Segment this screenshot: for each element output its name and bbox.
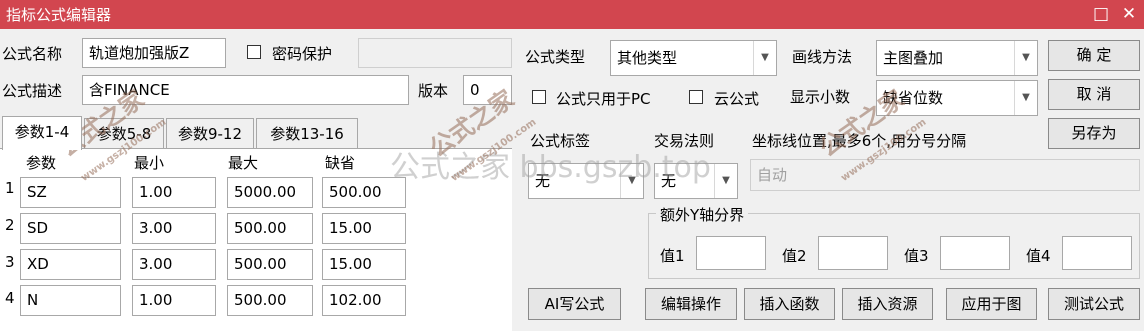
save-as-button[interactable]: 另存为 <box>1048 118 1140 149</box>
tab-params-13-16[interactable]: 参数13-16 <box>256 118 358 148</box>
param-name-input[interactable]: SD <box>20 213 121 244</box>
param-min-input[interactable]: 3.00 <box>132 213 216 244</box>
param-header-default: 缺省 <box>325 154 356 172</box>
param-default-input[interactable]: 15.00 <box>322 213 406 244</box>
param-name-input[interactable]: N <box>20 285 121 316</box>
pc-only-label: 公式只用于PC <box>556 90 651 108</box>
formula-name-label: 公式名称 <box>2 45 63 63</box>
param-row-index: 3 <box>5 253 15 271</box>
param-min-input[interactable]: 1.00 <box>132 285 216 316</box>
version-label: 版本 <box>418 82 449 100</box>
cloud-formula-checkbox[interactable] <box>689 90 703 104</box>
y-value-1-input[interactable] <box>696 236 766 270</box>
param-max-input[interactable]: 500.00 <box>227 249 313 280</box>
param-header-max: 最大 <box>228 154 259 172</box>
y-value-3-label: 值3 <box>904 247 929 265</box>
tab-params-9-12[interactable]: 参数9-12 <box>166 118 254 148</box>
test-formula-button[interactable]: 测试公式 <box>1048 288 1140 320</box>
param-row-index: 1 <box>5 179 15 197</box>
param-default-input[interactable]: 102.00 <box>322 285 406 316</box>
formula-type-label: 公式类型 <box>525 48 586 66</box>
y-value-1-label: 值1 <box>660 247 685 265</box>
draw-method-label: 画线方法 <box>792 48 853 66</box>
ai-formula-button[interactable]: AI写公式 <box>528 288 621 320</box>
apply-to-chart-button[interactable]: 应用于图 <box>946 288 1037 320</box>
draw-method-value: 主图叠加 <box>883 49 944 67</box>
param-max-input[interactable]: 500.00 <box>227 285 313 316</box>
extra-y-axis-label: 额外Y轴分界 <box>656 204 749 225</box>
pc-only-checkbox[interactable] <box>532 90 546 104</box>
insert-resource-button[interactable]: 插入资源 <box>842 288 933 320</box>
param-default-input[interactable]: 15.00 <box>322 249 406 280</box>
y-value-2-input[interactable] <box>818 236 888 270</box>
param-min-input[interactable]: 3.00 <box>132 249 216 280</box>
param-header-min: 最小 <box>134 154 165 172</box>
param-max-input[interactable]: 5000.00 <box>227 177 313 208</box>
formula-desc-label: 公式描述 <box>2 82 63 100</box>
y-value-4-input[interactable] <box>1062 236 1132 270</box>
coord-line-input[interactable]: 自动 <box>750 159 1140 191</box>
param-max-input[interactable]: 500.00 <box>227 213 313 244</box>
formula-type-value: 其他类型 <box>617 49 678 67</box>
title-bar: 指标公式编辑器 □ ✕ <box>0 0 1144 29</box>
param-header-name: 参数 <box>26 154 57 172</box>
close-icon[interactable]: ✕ <box>1116 2 1142 26</box>
param-row-index: 4 <box>5 289 15 307</box>
dropdown-arrow-icon[interactable]: ▼ <box>1014 41 1037 75</box>
minimize-icon[interactable]: □ <box>1088 2 1114 26</box>
cancel-button[interactable]: 取 消 <box>1048 79 1140 110</box>
password-checkbox[interactable] <box>247 45 261 59</box>
param-row-index: 2 <box>5 216 15 234</box>
dropdown-arrow-icon[interactable]: ▼ <box>714 164 737 198</box>
edit-operations-button[interactable]: 编辑操作 <box>645 288 737 320</box>
decimal-label: 显示小数 <box>790 88 851 106</box>
draw-method-select[interactable]: 主图叠加 ▼ <box>876 40 1038 76</box>
ok-button[interactable]: 确 定 <box>1048 40 1140 71</box>
param-name-input[interactable]: SZ <box>20 177 121 208</box>
password-input[interactable] <box>358 38 512 68</box>
formula-type-select[interactable]: 其他类型 ▼ <box>610 40 777 76</box>
password-label: 密码保护 <box>272 45 333 63</box>
y-value-4-label: 值4 <box>1026 247 1051 265</box>
tab-params-1-4[interactable]: 参数1-4 <box>2 116 82 150</box>
param-name-input[interactable]: XD <box>20 249 121 280</box>
cloud-formula-label: 云公式 <box>714 90 760 108</box>
dropdown-arrow-icon[interactable]: ▼ <box>1014 81 1037 115</box>
param-min-input[interactable]: 1.00 <box>132 177 216 208</box>
window-title: 指标公式编辑器 <box>6 6 112 24</box>
y-value-2-label: 值2 <box>782 247 807 265</box>
formula-name-input[interactable]: 轨道炮加强版Z <box>82 38 226 68</box>
dropdown-arrow-icon[interactable]: ▼ <box>753 41 776 75</box>
y-value-3-input[interactable] <box>940 236 1010 270</box>
insert-function-button[interactable]: 插入函数 <box>744 288 835 320</box>
